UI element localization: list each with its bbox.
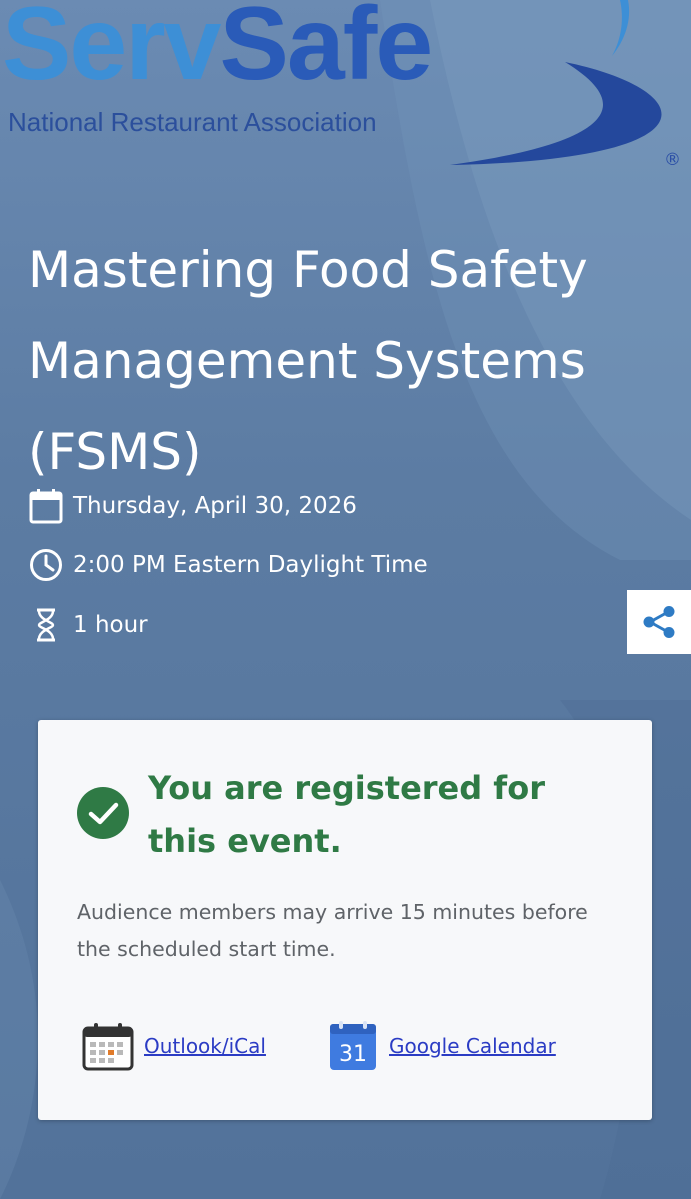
google-calendar-label[interactable]: Google Calendar xyxy=(389,1034,556,1058)
google-calendar-icon-date: 31 xyxy=(339,1042,367,1067)
event-time: 2:00 PM Eastern Daylight Time xyxy=(73,552,428,578)
logo-subtitle: National Restaurant Association xyxy=(8,107,377,137)
event-duration: 1 hour xyxy=(73,612,148,638)
event-title: Mastering Food Safety Management Systems… xyxy=(28,241,588,481)
arrival-note: Audience members may arrive 15 minutes b… xyxy=(77,900,588,961)
calendar-grid-icon xyxy=(78,1016,138,1076)
registration-status: You are registered for this event. xyxy=(148,769,545,860)
outlook-ical-link[interactable]: Outlook/iCal xyxy=(78,1016,266,1076)
google-calendar-icon: 31 xyxy=(323,1016,383,1076)
share-icon xyxy=(643,606,675,638)
logo-serv-text: Serv xyxy=(2,0,222,102)
event-duration-row: 1 hour xyxy=(28,605,148,645)
event-time-row: 2:00 PM Eastern Daylight Time xyxy=(28,545,428,585)
check-circle-icon xyxy=(77,787,129,839)
registration-card: You are registered for this event. Audie… xyxy=(38,720,652,1120)
event-date-row: Thursday, April 30, 2026 xyxy=(28,486,357,526)
logo-wordmark: ServSafe xyxy=(2,0,433,96)
registered-mark: ® xyxy=(664,150,681,170)
hourglass-icon xyxy=(28,607,64,643)
calendar-icon xyxy=(28,488,64,524)
servsafe-logo[interactable]: ServSafe National Restaurant Association… xyxy=(0,0,691,180)
share-button[interactable] xyxy=(627,590,691,654)
logo-safe-text: Safe xyxy=(219,0,434,102)
google-calendar-link[interactable]: 31 Google Calendar xyxy=(323,1016,556,1076)
event-date: Thursday, April 30, 2026 xyxy=(73,493,357,519)
outlook-ical-label[interactable]: Outlook/iCal xyxy=(144,1034,266,1058)
clock-icon xyxy=(28,547,64,583)
